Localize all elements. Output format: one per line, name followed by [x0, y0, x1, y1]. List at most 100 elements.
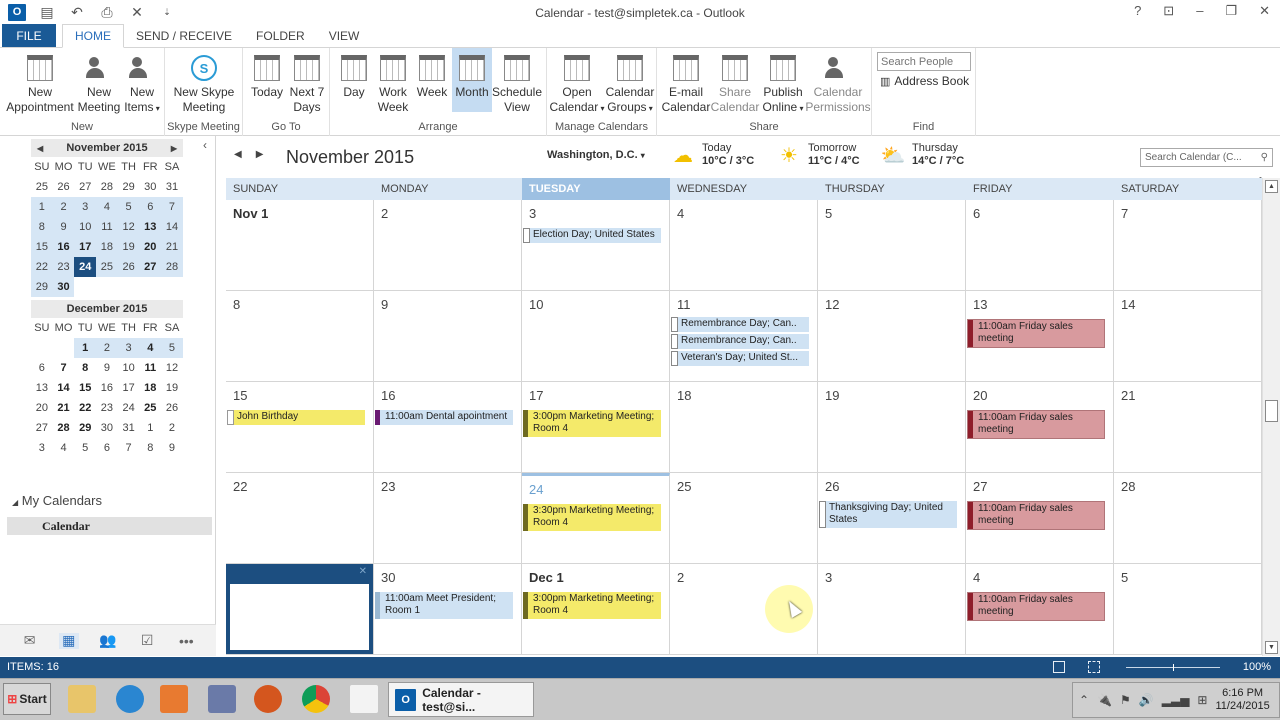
day-cell[interactable]: 13 11:00am Friday sales meeting — [966, 291, 1114, 382]
next-month-icon[interactable]: ▶ — [256, 149, 264, 160]
next-month-icon[interactable]: ▶ — [171, 144, 177, 153]
mini-day[interactable]: 1 — [74, 338, 97, 358]
apps-grid-icon[interactable] — [350, 685, 378, 713]
mini-day[interactable]: 19 — [161, 378, 183, 398]
scroll-down-icon[interactable]: ▼ — [1265, 641, 1278, 654]
mini-day[interactable]: 26 — [53, 177, 75, 197]
windows-icon[interactable]: ⊞ — [1197, 693, 1207, 707]
zoom-slider[interactable] — [1126, 664, 1220, 671]
mini-day[interactable]: 29 — [74, 418, 96, 438]
mini-day[interactable]: 24 — [74, 257, 97, 277]
calendar-event[interactable]: Veteran's Day; United St... — [671, 351, 809, 366]
email-calendar-button[interactable]: E-mail Calendar — [661, 52, 711, 115]
day-cell[interactable]: 5 — [818, 200, 966, 291]
day-cell[interactable]: 17 3:00pm Marketing Meeting; Room 4 — [522, 382, 670, 473]
mini-day[interactable]: 17 — [74, 237, 97, 257]
show-hidden-icons[interactable]: ⌃ — [1079, 693, 1089, 707]
customize-qat-icon[interactable]: ⇣ — [158, 3, 176, 21]
mini-day[interactable]: 7 — [161, 197, 183, 217]
day-cell[interactable]: 22 — [226, 473, 374, 564]
day-cell[interactable]: 19 — [818, 382, 966, 473]
scroll-up-icon[interactable]: ▲ — [1265, 180, 1278, 193]
mini-day[interactable]: 25 — [139, 398, 161, 418]
day-cell[interactable]: 9 — [374, 291, 522, 382]
action-center-flag-icon[interactable]: ⚑ — [1120, 693, 1131, 707]
mini-day[interactable]: 28 — [161, 257, 183, 277]
mini-day[interactable]: 4 — [139, 338, 162, 358]
close-icon[interactable]: ✕ — [1259, 3, 1270, 19]
restore-icon[interactable]: ❐ — [1225, 3, 1237, 19]
day-cell[interactable]: 25 — [670, 473, 818, 564]
mini-day[interactable]: 30 — [139, 177, 161, 197]
mini-day[interactable]: 17 — [118, 378, 140, 398]
tab-file[interactable]: FILE — [2, 24, 56, 47]
mini-day[interactable]: 21 — [53, 398, 75, 418]
mini-day[interactable]: 6 — [96, 438, 118, 458]
mini-day[interactable]: 3 — [31, 438, 53, 458]
mini-day[interactable]: 13 — [139, 217, 162, 237]
reading-view-icon[interactable] — [1088, 661, 1100, 673]
day-cell[interactable]: 2 — [374, 200, 522, 291]
mail-icon[interactable]: ✉ — [20, 632, 40, 649]
mini-day[interactable]: 29 — [118, 177, 140, 197]
work-week-view-button[interactable]: Work Week — [374, 52, 412, 115]
new-appointment-button[interactable]: New Appointment — [4, 52, 76, 115]
start-button[interactable]: ⊞ Start — [3, 683, 51, 715]
day-cell[interactable]: 20 11:00am Friday sales meeting — [966, 382, 1114, 473]
more-icon[interactable]: ••• — [176, 633, 196, 649]
mini-day[interactable]: 12 — [117, 217, 140, 237]
day-cell[interactable]: Dec 1 3:00pm Marketing Meeting; Room 4 — [522, 564, 670, 655]
day-cell[interactable]: 24 3:30pm Marketing Meeting; Room 4 — [522, 473, 670, 564]
mini-day[interactable]: 15 — [31, 237, 53, 257]
people-icon[interactable]: 👥 — [98, 632, 118, 649]
collapse-pane-icon[interactable]: ‹ — [203, 138, 207, 152]
day-cell[interactable]: 7 — [1114, 200, 1262, 291]
mini-day[interactable]: 6 — [139, 197, 162, 217]
mini-day[interactable]: 25 — [31, 177, 53, 197]
taskbar-outlook-window[interactable]: O Calendar - test@si... — [388, 682, 534, 717]
mini-day[interactable]: 21 — [161, 237, 183, 257]
calendar-groups-button[interactable]: Calendar Groups — [605, 52, 655, 116]
mini-day[interactable]: 9 — [96, 358, 118, 378]
day-cell[interactable]: 5 — [1114, 564, 1262, 655]
chrome-icon[interactable] — [302, 685, 330, 713]
mini-day[interactable]: 20 — [139, 237, 162, 257]
zoom-level[interactable]: 100% — [1243, 661, 1271, 673]
delete-icon[interactable]: ✕ — [128, 3, 146, 21]
calendar-event[interactable]: Remembrance Day; Can.. — [671, 317, 809, 332]
tasks-icon[interactable]: ☑ — [137, 632, 157, 649]
mini-day[interactable]: 18 — [96, 237, 118, 257]
search-calendar-input[interactable]: Search Calendar (C... ⚲ — [1140, 148, 1273, 167]
new-items-button[interactable]: New Items — [122, 52, 162, 116]
calendar-event[interactable]: Election Day; United States — [523, 228, 661, 243]
mini-day[interactable]: 10 — [74, 217, 97, 237]
day-cell[interactable]: 8 — [226, 291, 374, 382]
calendar-event[interactable]: Remembrance Day; Can.. — [671, 334, 809, 349]
day-cell[interactable]: 4 — [670, 200, 818, 291]
mini-day[interactable]: 20 — [31, 398, 53, 418]
internet-explorer-icon[interactable] — [116, 685, 144, 713]
undo-icon[interactable]: ↶ — [68, 3, 86, 21]
calendar-event[interactable]: 3:00pm Marketing Meeting; Room 4 — [523, 592, 661, 619]
day-cell[interactable]: 28 — [1114, 473, 1262, 564]
calendar-permissions-button[interactable]: Calendar Permissions — [805, 52, 871, 115]
mini-day[interactable]: 30 — [52, 277, 75, 297]
calendar-event[interactable]: 3:30pm Marketing Meeting; Room 4 — [523, 504, 661, 531]
day-cell[interactable]: 3 Election Day; United States — [522, 200, 670, 291]
mini-day[interactable]: 23 — [96, 398, 118, 418]
day-cell[interactable]: 12 — [818, 291, 966, 382]
mini-day[interactable]: 6 — [31, 358, 53, 378]
mini-day[interactable]: 23 — [52, 257, 75, 277]
day-cell[interactable]: 6 — [966, 200, 1114, 291]
calendar-event[interactable]: Thanksgiving Day; United States — [819, 501, 957, 528]
day-cell[interactable]: 16 11:00am Dental apointment — [374, 382, 522, 473]
mini-day[interactable]: 27 — [74, 177, 96, 197]
day-cell[interactable]: 30 11:00am Meet President; Room 1 — [374, 564, 522, 655]
calendar-event[interactable]: 11:00am Dental apointment — [375, 410, 513, 425]
mini-day[interactable]: 18 — [139, 378, 161, 398]
calendar-event[interactable]: 11:00am Friday sales meeting — [967, 319, 1105, 348]
schedule-view-button[interactable]: Schedule View — [492, 52, 542, 115]
tab-view[interactable]: VIEW — [317, 24, 372, 47]
mini-day[interactable]: 12 — [161, 358, 183, 378]
day-cell[interactable]: 21 — [1114, 382, 1262, 473]
